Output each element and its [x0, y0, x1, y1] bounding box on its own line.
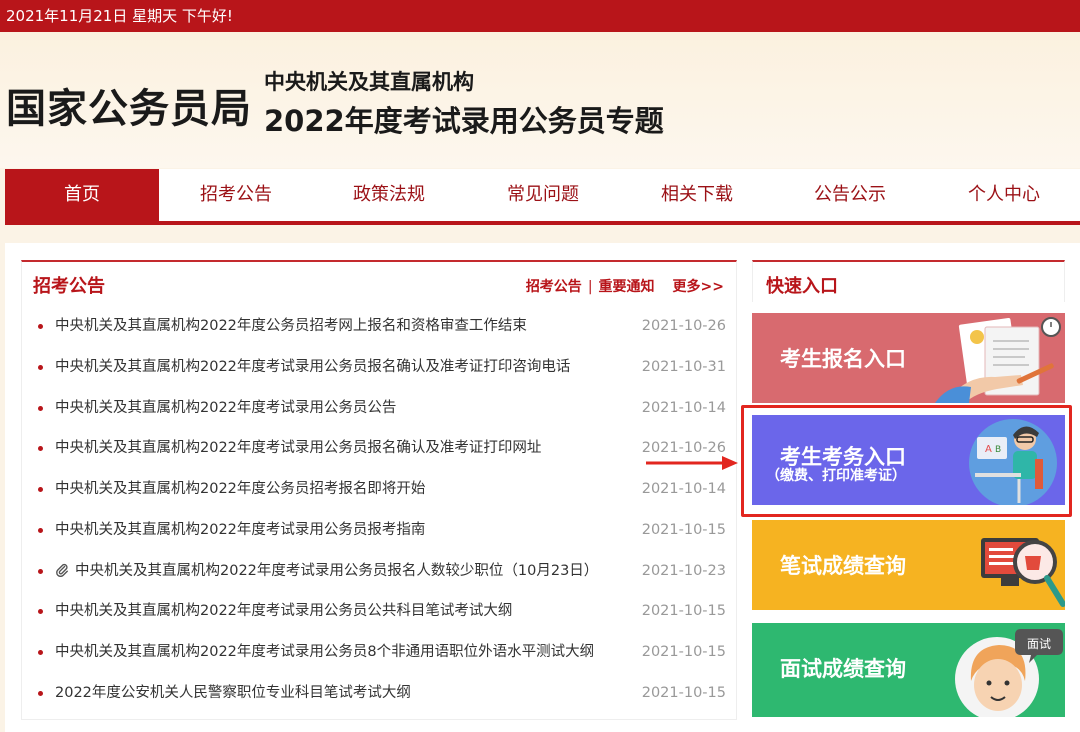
banner-title: 2022年度考试录用公务员专题 [264, 104, 664, 138]
item-title[interactable]: 2022年度公安机关人民警察职位专业科目笔试考试大纲 [55, 673, 411, 713]
bubble-text: 面试 [1027, 636, 1051, 651]
bullet-icon [38, 691, 43, 696]
item-title[interactable]: 中央机关及其直属机构2022年度公务员招考报名即将开始 [55, 469, 425, 509]
bullet-icon [38, 569, 43, 574]
nav-recruit-notice[interactable]: 招考公告 [159, 169, 313, 221]
header-banner: 国家公务员局 中央机关及其直属机构 2022年度考试录用公务员专题 [0, 32, 1080, 168]
item-title-with-attachment[interactable]: 中央机关及其直属机构2022年度考试录用公务员报名人数较少职位（10月23日） [55, 551, 598, 591]
paperclip-icon [56, 563, 68, 577]
list-item[interactable]: 中央机关及其直属机构2022年度公务员招考报名即将开始 2021-10-14 [22, 469, 738, 509]
link-recruit-notice[interactable]: 招考公告 [526, 279, 582, 295]
notice-title: 招考公告 [33, 276, 105, 297]
list-item[interactable]: 中央机关及其直属机构2022年度公务员招考网上报名和资格审查工作结束 2021-1… [22, 306, 738, 346]
item-date: 2021-10-15 [641, 685, 726, 701]
interview-score-query-button[interactable]: 面试成绩查询 面试 [752, 623, 1065, 717]
bullet-icon [38, 528, 43, 533]
notice-links: 招考公告 | 重要通知 更多>> [526, 276, 724, 296]
more-link[interactable]: 更多>> [673, 279, 724, 295]
list-item[interactable]: 2022年度公安机关人民警察职位专业科目笔试考试大纲 2021-10-15 [22, 673, 738, 713]
main-nav: 首页 招考公告 政策法规 常见问题 相关下载 公告公示 个人中心 [5, 169, 1080, 225]
item-date: 2021-10-23 [641, 563, 726, 579]
link-important-notice[interactable]: 重要通知 [599, 279, 655, 295]
document-sign-icon [935, 317, 1061, 403]
nav-announcements[interactable]: 公告公示 [773, 169, 927, 221]
nav-home[interactable]: 首页 [5, 169, 159, 221]
item-title: 中央机关及其直属机构2022年度考试录用公务员报名人数较少职位（10月23日） [75, 563, 599, 579]
item-title[interactable]: 中央机关及其直属机构2022年度考试录用公务员报考指南 [55, 510, 425, 550]
nav-personal-center[interactable]: 个人中心 [927, 169, 1080, 221]
agency-name: 国家公务员局 [6, 86, 252, 132]
list-item[interactable]: 中央机关及其直属机构2022年度考试录用公务员公共科目笔试考试大纲 2021-10… [22, 591, 738, 631]
list-item[interactable]: 中央机关及其直属机构2022年度考试录用公务员8个非通用语职位外语水平测试大纲 2… [22, 632, 738, 672]
item-date: 2021-10-14 [641, 481, 726, 497]
banner-subtitle: 中央机关及其直属机构 [264, 70, 474, 94]
top-date-bar: 2021年11月21日 星期天 下午好! [0, 0, 1080, 32]
bullet-icon [38, 324, 43, 329]
item-date: 2021-10-14 [641, 400, 726, 416]
quick-entry-header: 快速入口 [752, 260, 1065, 302]
nav-policies[interactable]: 政策法规 [312, 169, 466, 221]
item-title[interactable]: 中央机关及其直属机构2022年度考试录用公务员8个非通用语职位外语水平测试大纲 [55, 632, 594, 672]
quick-entry-title: 快速入口 [766, 276, 838, 297]
item-date: 2021-10-31 [641, 359, 726, 375]
card-label: 面试成绩查询 [780, 657, 906, 681]
list-item[interactable]: 中央机关及其直属机构2022年度考试录用公务员报名确认及准考证打印咨询电话 202… [22, 347, 738, 387]
list-item[interactable]: 中央机关及其直属机构2022年度考试录用公务员报考指南 2021-10-15 [22, 510, 738, 550]
item-title[interactable]: 中央机关及其直属机构2022年度考试录用公务员报名确认及准考证打印网址 [55, 428, 541, 468]
item-date: 2021-10-15 [641, 644, 726, 660]
interview-face-icon: 面试 [955, 629, 1063, 717]
item-date: 2021-10-15 [641, 522, 726, 538]
card-label: 笔试成绩查询 [780, 554, 906, 578]
bullet-icon [38, 446, 43, 451]
red-arrow-icon [646, 456, 738, 470]
item-date: 2021-10-26 [641, 318, 726, 334]
nav-downloads[interactable]: 相关下载 [620, 169, 774, 221]
item-title[interactable]: 中央机关及其直属机构2022年度考试录用公务员公告 [55, 388, 396, 428]
bullet-icon [38, 609, 43, 614]
date-greeting: 2021年11月21日 星期天 下午好! [6, 7, 233, 25]
item-title[interactable]: 中央机关及其直属机构2022年度公务员招考网上报名和资格审查工作结束 [55, 306, 527, 346]
list-item[interactable]: 中央机关及其直属机构2022年度考试录用公务员报名确认及准考证打印网址 2021-… [22, 428, 738, 468]
list-item[interactable]: 中央机关及其直属机构2022年度考试录用公务员公告 2021-10-14 [22, 388, 738, 428]
list-item[interactable]: 中央机关及其直属机构2022年度考试录用公务员报名人数较少职位（10月23日） 2… [22, 551, 738, 591]
highlight-box [741, 405, 1072, 517]
card-label: 考生报名入口 [780, 347, 906, 371]
bullet-icon [38, 650, 43, 655]
magnifier-screen-icon [981, 538, 1065, 607]
item-title[interactable]: 中央机关及其直属机构2022年度考试录用公务员公共科目笔试考试大纲 [55, 591, 512, 631]
item-date: 2021-10-15 [641, 603, 726, 619]
bullet-icon [38, 365, 43, 370]
link-separator: | [587, 279, 593, 295]
bullet-icon [38, 487, 43, 492]
written-score-query-button[interactable]: 笔试成绩查询 [752, 520, 1065, 610]
item-title[interactable]: 中央机关及其直属机构2022年度考试录用公务员报名确认及准考证打印咨询电话 [55, 347, 570, 387]
nav-faq[interactable]: 常见问题 [466, 169, 620, 221]
bullet-icon [38, 406, 43, 411]
registration-entry-button[interactable]: 考生报名入口 [752, 313, 1065, 403]
notice-panel: 招考公告 招考公告 | 重要通知 更多>> 中央机关及其直属机构2022年度公务员招考… [21, 260, 737, 720]
